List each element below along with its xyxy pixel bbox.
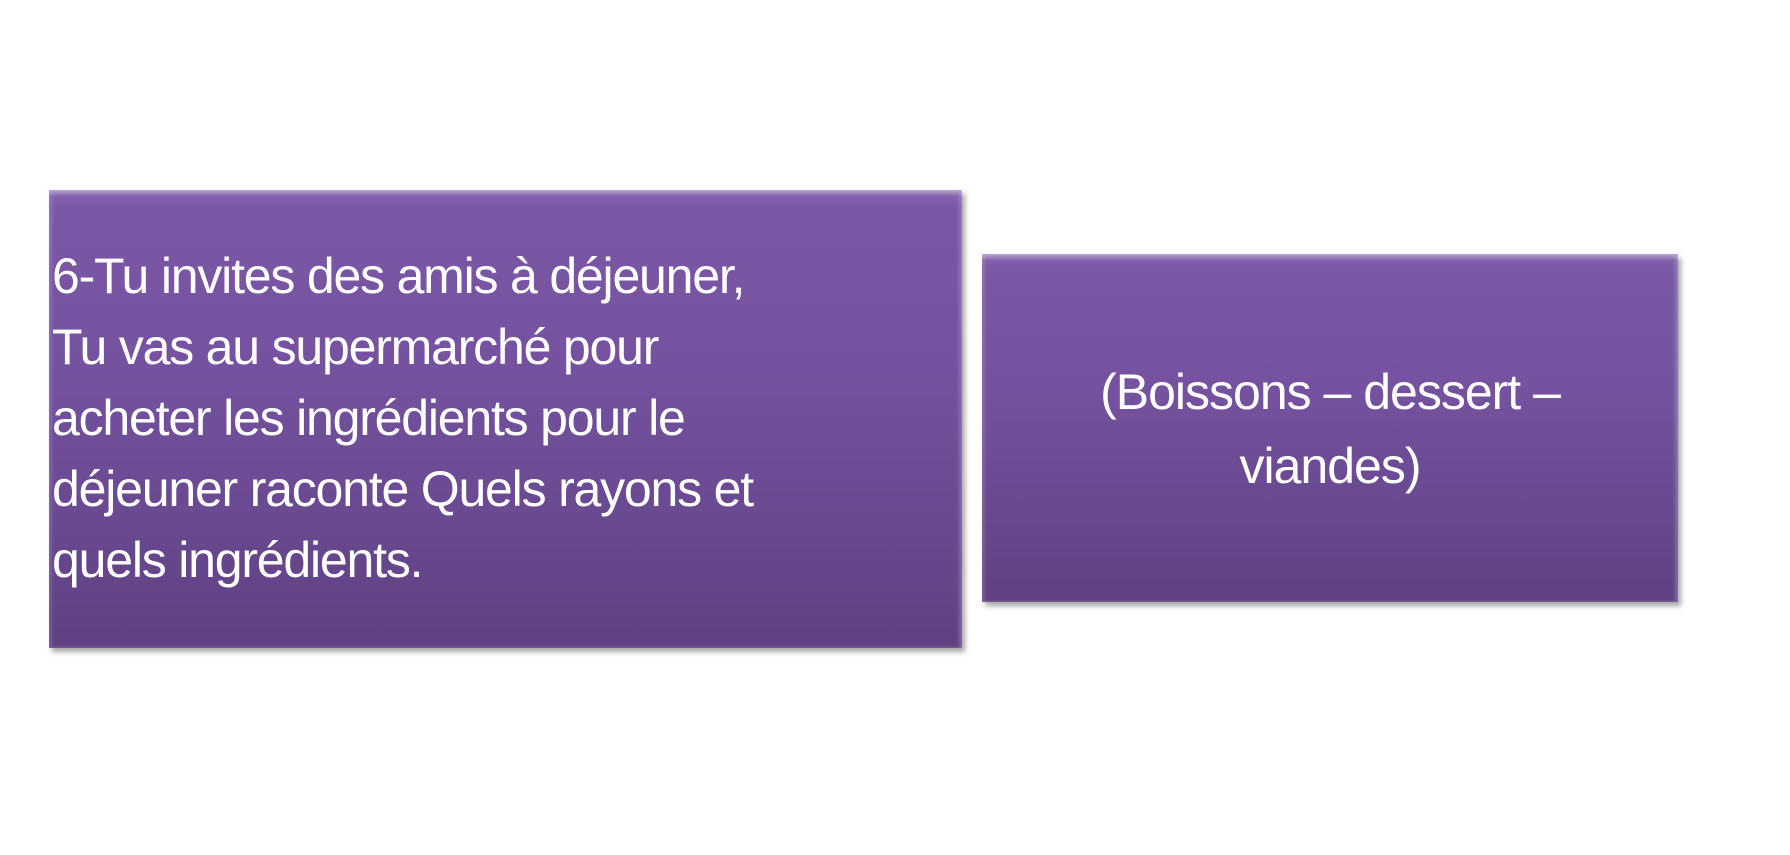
question-box: 6-Tu invites des amis à déjeuner, Tu vas… (49, 190, 962, 648)
question-line: Tu vas au supermarché pour (52, 319, 659, 375)
hint-line: (Boissons – dessert – (1100, 364, 1561, 420)
hint-box: (Boissons – dessert – viandes) (982, 254, 1678, 602)
question-line: acheter les ingrédients pour le (52, 390, 686, 446)
hint-line: viandes) (1239, 438, 1422, 494)
question-line: déjeuner raconte Quels rayons et (52, 461, 754, 517)
question-line: quels ingrédients. (52, 532, 424, 588)
question-line: 6-Tu invites des amis à déjeuner, (52, 248, 745, 304)
